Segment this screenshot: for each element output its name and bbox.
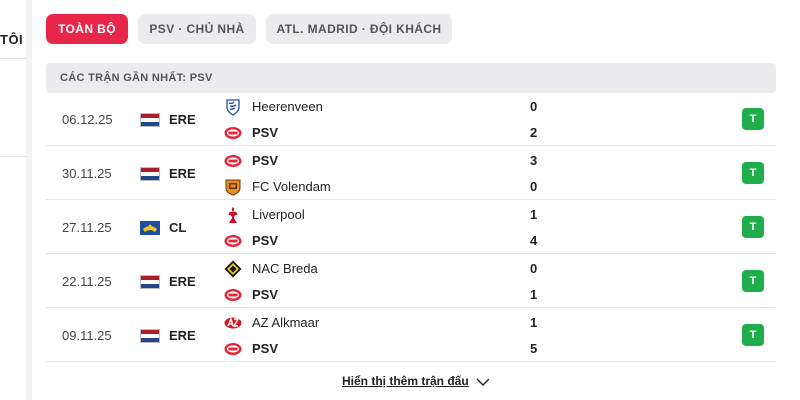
- team-score: 5: [530, 341, 538, 356]
- team-name: PSV: [252, 153, 279, 168]
- match-row[interactable]: 27.11.25 CL Liverpool 1 PSV 4 T: [46, 201, 776, 254]
- nac-breda-crest-icon: [224, 260, 242, 278]
- psv-crest-icon: [224, 127, 242, 139]
- sidebar-label: TÔI: [0, 32, 24, 47]
- team-score: 0: [530, 261, 538, 276]
- match-date: 30.11.25: [62, 166, 112, 181]
- match-date: 09.11.25: [62, 328, 112, 343]
- team-name: NAC Breda: [252, 261, 318, 276]
- result-badge: T: [742, 216, 764, 238]
- europe-flag-icon: [140, 221, 160, 235]
- match-row[interactable]: 22.11.25 ERE NAC Breda 0 PSV 1 T: [46, 255, 776, 308]
- result-badge: T: [742, 108, 764, 130]
- match-row[interactable]: 06.12.25 ERE Heerenveen 0 PSV 2 T: [46, 93, 776, 146]
- divider: [0, 58, 26, 59]
- tab-psv-home[interactable]: PSV · CHỦ NHÀ: [138, 14, 256, 44]
- tab-atl-madrid-away[interactable]: ATL. MADRID · ĐỘI KHÁCH: [266, 14, 452, 44]
- away-team: PSV 2: [220, 120, 550, 146]
- away-team: PSV 5: [220, 336, 550, 362]
- team-score: 4: [530, 233, 538, 248]
- recent-matches-panel: TOÀN BỘ PSV · CHỦ NHÀ ATL. MADRID · ĐỘI …: [32, 0, 800, 400]
- team-score: 1: [530, 315, 538, 330]
- team-name: PSV: [252, 233, 279, 248]
- competition-label: ERE: [169, 166, 196, 181]
- match-row[interactable]: 09.11.25 ERE AZ Alkmaar 1 PSV 5 T: [46, 309, 776, 362]
- home-team: Liverpool 1: [220, 202, 550, 228]
- team-name: PSV: [252, 341, 279, 356]
- match-date: 06.12.25: [62, 112, 113, 127]
- psv-crest-icon: [224, 235, 242, 247]
- result-badge: T: [742, 324, 764, 346]
- netherlands-flag-icon: [140, 167, 160, 181]
- psv-crest-icon: [224, 155, 242, 167]
- home-team: NAC Breda 0: [220, 256, 550, 282]
- away-team: PSV 4: [220, 228, 550, 254]
- netherlands-flag-icon: [140, 113, 160, 127]
- left-panel: TÔI: [0, 0, 26, 400]
- home-team: Heerenveen 0: [220, 94, 550, 120]
- competition-label: CL: [169, 220, 187, 235]
- home-team: PSV 3: [220, 148, 550, 174]
- team-name: PSV: [252, 125, 279, 140]
- team-score: 1: [530, 287, 538, 302]
- result-badge: T: [742, 162, 764, 184]
- netherlands-flag-icon: [140, 275, 160, 289]
- tab-all[interactable]: TOÀN BỘ: [46, 14, 128, 44]
- team-name: PSV: [252, 287, 279, 302]
- match-date: 27.11.25: [62, 220, 112, 235]
- show-more-label: Hiển thị thêm trận đấu: [341, 374, 469, 388]
- away-team: PSV 1: [220, 282, 550, 308]
- netherlands-flag-icon: [140, 329, 160, 343]
- competition-label: ERE: [169, 328, 196, 343]
- team-score: 0: [530, 99, 538, 114]
- competition-label: ERE: [169, 274, 196, 289]
- psv-crest-icon: [224, 343, 242, 355]
- show-more-link[interactable]: Hiển thị thêm trận đấu: [32, 374, 800, 388]
- match-row[interactable]: 30.11.25 ERE PSV 3 FC Volendam 0 T: [46, 147, 776, 200]
- home-team: AZ Alkmaar 1: [220, 310, 550, 336]
- team-score: 0: [530, 179, 538, 194]
- heerenveen-crest-icon: [226, 99, 240, 116]
- liverpool-crest-icon: [228, 207, 238, 223]
- team-score: 2: [530, 125, 538, 140]
- volendam-crest-icon: [225, 179, 241, 196]
- team-name: AZ Alkmaar: [252, 315, 320, 330]
- match-date: 22.11.25: [62, 274, 112, 289]
- divider: [0, 156, 26, 157]
- team-score: 3: [530, 153, 538, 168]
- away-team: FC Volendam 0: [220, 174, 550, 200]
- az-alkmaar-crest-icon: [224, 316, 242, 329]
- competition-label: ERE: [169, 112, 196, 127]
- team-score: 1: [530, 207, 538, 222]
- psv-crest-icon: [224, 289, 242, 301]
- team-name: Heerenveen: [252, 99, 323, 114]
- team-name: Liverpool: [252, 207, 305, 222]
- result-badge: T: [742, 270, 764, 292]
- chevron-down-icon: [476, 378, 490, 386]
- team-name: FC Volendam: [252, 179, 331, 194]
- section-header: CÁC TRẬN GẦN NHẤT: PSV: [46, 63, 776, 93]
